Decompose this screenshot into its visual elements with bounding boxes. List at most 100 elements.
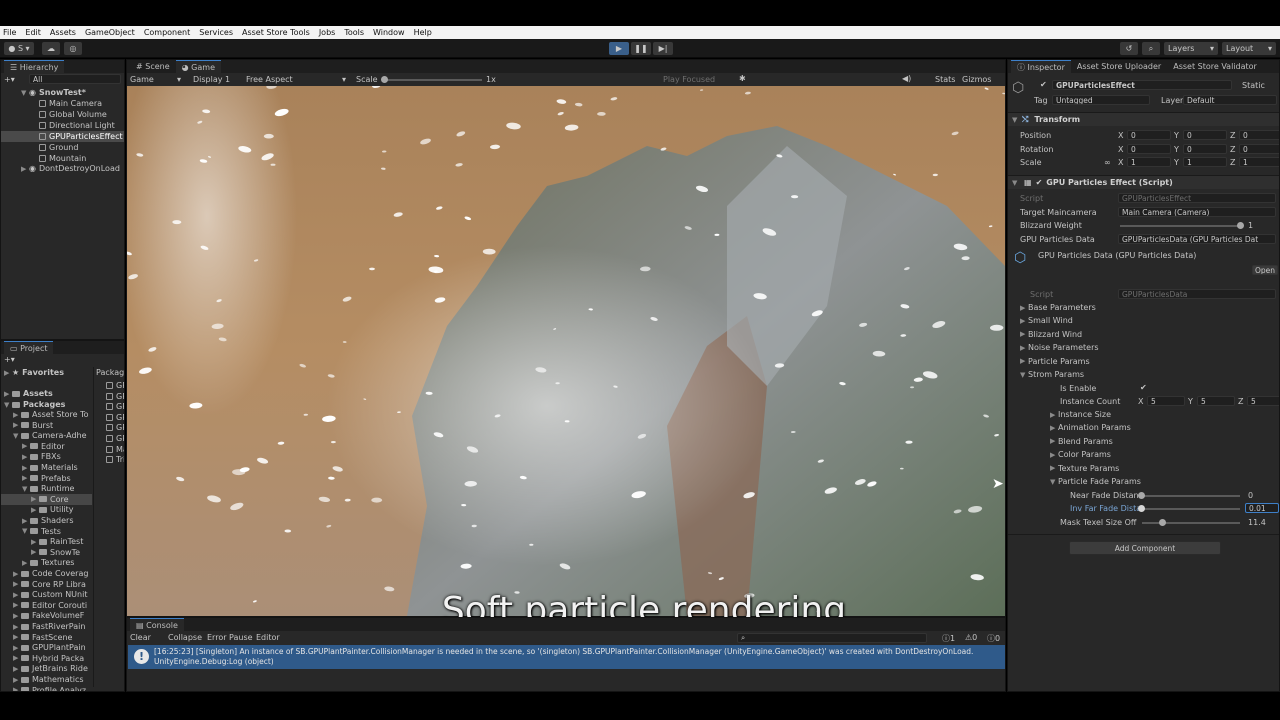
group-foldout[interactable]: ▶ Noise Parameters [1008,342,1099,353]
group-foldout[interactable]: ▶ Base Parameters [1008,302,1096,313]
inv-far-fade-value[interactable]: 0.01 [1245,503,1279,513]
project-folder[interactable]: ▶ JetBrains Ride [1,663,92,674]
group-foldout[interactable]: ▶ Blizzard Wind [1008,329,1082,340]
layer-dropdown[interactable]: Default [1183,95,1277,105]
tab-hierarchy[interactable]: ☰ Hierarchy [4,60,65,73]
project-asset-item[interactable]: GP [94,391,124,402]
project-folder[interactable]: ▶ GPUPlantPain [1,642,92,653]
console-search-input[interactable]: ⌕ [737,633,927,643]
project-folder[interactable]: ▶ Core [1,493,92,505]
near-fade-knob[interactable] [1138,492,1145,499]
menu-gameobject[interactable]: GameObject [85,28,135,37]
open-button[interactable]: Open [1252,265,1278,275]
target-maincamera-field[interactable]: Main Camera (Camera) [1118,207,1276,217]
menu-file[interactable]: File [3,28,16,37]
blizzard-weight-value[interactable]: 1 [1248,221,1253,230]
add-icon[interactable]: +▾ [4,75,15,84]
tab-asset-store-uploader[interactable]: Asset Store Uploader [1071,60,1167,73]
console-clear-button[interactable]: Clear [130,633,151,642]
play-button[interactable]: ▶ [609,42,629,55]
instance-count-y-field[interactable]: 5 [1197,396,1235,406]
menu-edit[interactable]: Edit [25,28,41,37]
console-editor-dropdown[interactable]: Editor [256,633,280,642]
menu-component[interactable]: Component [144,28,190,37]
pos-y-field[interactable]: 0 [1183,130,1227,140]
menu-services[interactable]: Services [199,28,233,37]
aspect-dropdown[interactable]: Free Aspect [246,75,293,84]
mask-texel-knob[interactable] [1159,519,1166,526]
hierarchy-item-dontdestroyonload[interactable]: ▶ ◉ DontDestroyOnLoad [1,163,124,174]
project-folder[interactable]: ▶ Burst [1,420,92,431]
scl-y-field[interactable]: 1 [1183,157,1227,167]
project-folder[interactable]: ▶ Prefabs [1,473,92,484]
project-folder[interactable]: ▶ FBXs [1,451,92,462]
enabled-checkbox[interactable]: ✔ [1036,178,1043,187]
project-asset-item[interactable]: GP [94,401,124,412]
add-component-button[interactable]: Add Component [1069,541,1221,555]
project-folder[interactable]: ▼ Camera-Adhe [1,430,92,441]
step-button[interactable]: ▶| [653,42,673,55]
project-asset-item[interactable]: GP [94,380,124,391]
group-foldout[interactable]: ▼ Strom Params [1008,369,1084,380]
project-asset-item[interactable]: Ma [94,444,124,455]
sub-group-foldout[interactable]: ▼ Particle Fade Params [1008,476,1141,487]
pause-button[interactable]: ❚❚ [631,42,651,55]
hierarchy-item-ground[interactable]: Ground [1,142,124,153]
pos-x-field[interactable]: 0 [1127,130,1171,140]
console-message-row[interactable]: ! [16:25:23] [Singleton] An instance of … [128,645,1005,669]
project-favorites[interactable]: ▶ ★ Favorites [1,367,64,378]
scl-z-field[interactable]: 1 [1239,157,1279,167]
sub-group-foldout[interactable]: ▶ Texture Params [1008,463,1119,474]
rot-y-field[interactable]: 0 [1183,144,1227,154]
layout-dropdown[interactable]: Layout ▾ [1222,42,1276,55]
active-checkbox[interactable]: ✔ [1040,80,1047,89]
console-error-count[interactable]: ⓘ0 [987,633,1000,644]
menu-tools[interactable]: Tools [344,28,364,37]
tab-inspector[interactable]: ⓘ Inspector [1011,60,1071,73]
play-focused-dropdown[interactable]: Play Focused [663,75,715,84]
menu-assets[interactable]: Assets [50,28,76,37]
layers-dropdown[interactable]: Layers ▾ [1164,42,1218,55]
project-asset-item[interactable]: GP [94,412,124,423]
project-asset-item[interactable]: GP [94,433,124,444]
tab-console[interactable]: ▤ Console [130,618,184,631]
hierarchy-item-directional-light[interactable]: Directional Light [1,120,124,131]
menu-window[interactable]: Window [373,28,405,37]
pos-z-field[interactable]: 0 [1239,130,1279,140]
static-toggle[interactable]: Static [1242,81,1265,90]
project-folder[interactable]: ▶ Shaders [1,515,92,526]
link-icon[interactable]: ∞ [1104,158,1111,167]
console-error-pause-button[interactable]: Error Pause [207,633,253,642]
instance-count-z-field[interactable]: 5 [1247,396,1279,406]
console-collapse-button[interactable]: Collapse [168,633,202,642]
search-icon[interactable]: ⌕ [1142,42,1160,55]
group-foldout[interactable]: ▶ Small Wind [1008,315,1073,326]
mask-texel-value[interactable]: 11.4 [1248,518,1266,527]
game-mode-dropdown[interactable]: Game [130,75,154,84]
hierarchy-item-global-volume[interactable]: Global Volume [1,109,124,120]
account-button[interactable]: ● S ▾ [4,42,34,55]
project-folder[interactable]: ▼ Tests [1,526,92,537]
project-folder[interactable]: ▶ FastScene [1,632,92,643]
menu-asset-store-tools[interactable]: Asset Store Tools [242,28,310,37]
project-add-icon[interactable]: +▾ [4,355,15,364]
project-folder[interactable]: ▶ Custom NUnit [1,589,92,600]
blizzard-weight-slider[interactable] [1120,225,1240,227]
project-assets[interactable]: ▶ Assets [1,388,53,399]
inv-far-fade-knob[interactable] [1138,505,1145,512]
mask-texel-slider[interactable] [1142,522,1240,524]
cloud-icon[interactable]: ☁ [42,42,60,55]
transform-header[interactable]: ▼ ⤭ Transform [1008,112,1279,126]
project-folder[interactable]: ▶ Editor Corouti [1,600,92,611]
instance-count-x-field[interactable]: 5 [1147,396,1185,406]
hierarchy-item-gpuparticleseffect[interactable]: GPUParticlesEffect [1,131,124,142]
audio-icon[interactable]: ◀) [902,74,911,83]
project-folder[interactable]: ▶ RainTest [1,536,92,547]
hierarchy-item-main-camera[interactable]: Main Camera [1,98,124,109]
scl-x-field[interactable]: 1 [1127,157,1171,167]
scene-root[interactable]: ▼ ◉ SnowTest* [1,87,124,98]
project-folder[interactable]: ▶ Asset Store To [1,409,92,420]
scale-slider-knob[interactable] [381,76,388,83]
history-icon[interactable]: ↺ [1120,42,1138,55]
project-folder[interactable]: ▶ Utility [1,504,92,515]
